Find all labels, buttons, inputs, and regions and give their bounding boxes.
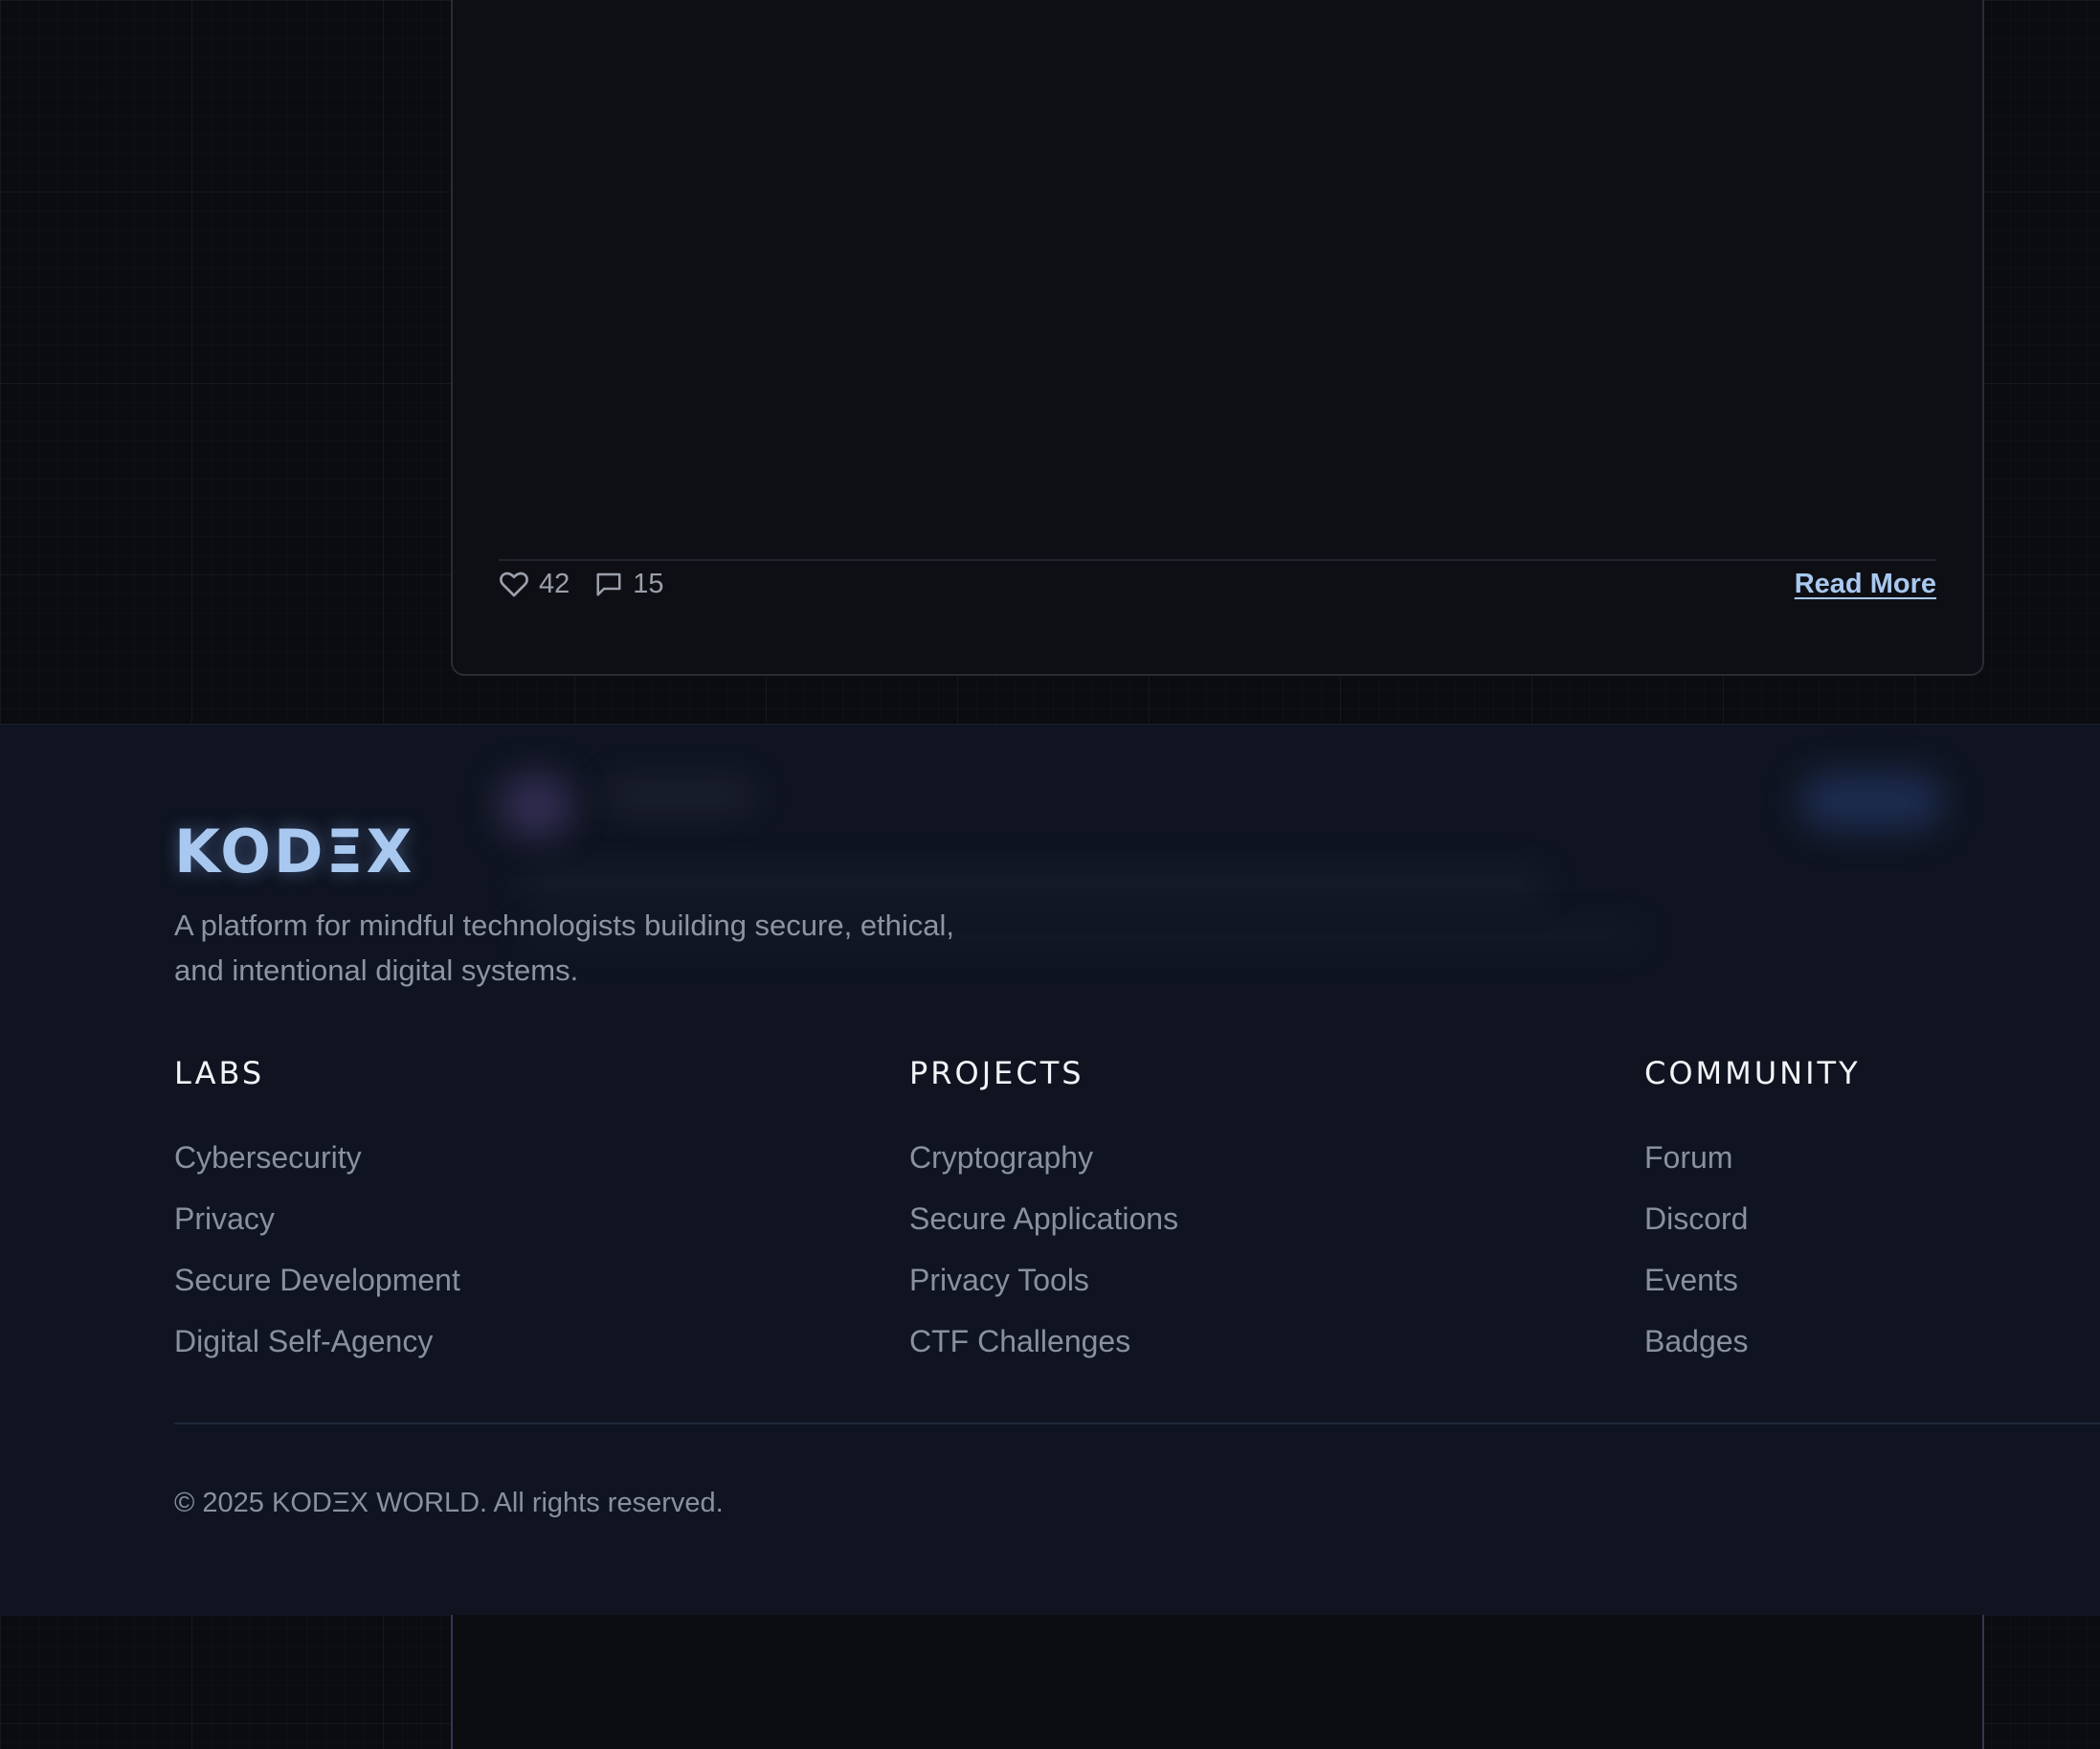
blurred-backdrop <box>1799 773 1943 830</box>
comment-count: 15 <box>633 568 664 599</box>
footer-link-events[interactable]: Events <box>1644 1249 2100 1311</box>
footer-link-secure-development[interactable]: Secure Development <box>174 1249 710 1311</box>
post-card-footer: 42 15 Read More <box>499 567 1936 601</box>
footer-link-discord[interactable]: Discord <box>1644 1188 2100 1249</box>
community-links: Forum Discord Events Badges <box>1644 1127 2100 1372</box>
next-post-card <box>451 1615 1984 1749</box>
footer-link-privacy[interactable]: Privacy <box>174 1188 710 1249</box>
site-footer: KODΞX A platform for mindful technologis… <box>0 724 2100 1616</box>
blurred-backdrop <box>517 868 1551 903</box>
like-button[interactable]: 42 <box>499 569 570 600</box>
card-divider <box>499 559 1936 561</box>
footer-column-projects: PROJECTS Cryptography Secure Application… <box>909 1058 1445 1372</box>
comment-icon <box>594 570 623 598</box>
column-heading-community: COMMUNITY <box>1644 1055 1861 1091</box>
heart-icon <box>499 570 529 598</box>
footer-link-forum[interactable]: Forum <box>1644 1127 2100 1188</box>
footer-link-privacy-tools[interactable]: Privacy Tools <box>909 1249 1445 1311</box>
footer-column-labs: LABS Cybersecurity Privacy Secure Develo… <box>174 1058 710 1372</box>
blurred-backdrop <box>603 778 756 813</box>
post-card: 42 15 Read More <box>451 0 1984 676</box>
like-count: 42 <box>539 568 570 599</box>
column-heading-projects: PROJECTS <box>909 1055 1084 1091</box>
read-more-link[interactable]: Read More <box>1795 569 1936 600</box>
footer-tagline: A platform for mindful technologists bui… <box>174 908 955 987</box>
column-heading-labs: LABS <box>174 1055 265 1091</box>
footer-link-cybersecurity[interactable]: Cybersecurity <box>174 1127 710 1188</box>
footer-link-digital-self-agency[interactable]: Digital Self-Agency <box>174 1311 710 1372</box>
footer-link-ctf-challenges[interactable]: CTF Challenges <box>909 1311 1445 1372</box>
blurred-backdrop <box>498 773 574 840</box>
footer-column-community: COMMUNITY Forum Discord Events Badges <box>1644 1058 2100 1372</box>
comment-button[interactable]: 15 <box>594 568 664 600</box>
labs-links: Cybersecurity Privacy Secure Development… <box>174 1127 710 1372</box>
footer-divider <box>174 1423 2100 1424</box>
copyright-text: © 2025 KODΞX WORLD. All rights reserved. <box>174 1488 724 1518</box>
footer-logo[interactable]: KODΞX <box>174 822 414 882</box>
projects-links: Cryptography Secure Applications Privacy… <box>909 1127 1445 1372</box>
footer-link-badges[interactable]: Badges <box>1644 1311 2100 1372</box>
footer-link-secure-applications[interactable]: Secure Applications <box>909 1188 1445 1249</box>
post-stats: 42 15 <box>499 569 664 600</box>
footer-link-cryptography[interactable]: Cryptography <box>909 1127 1445 1188</box>
